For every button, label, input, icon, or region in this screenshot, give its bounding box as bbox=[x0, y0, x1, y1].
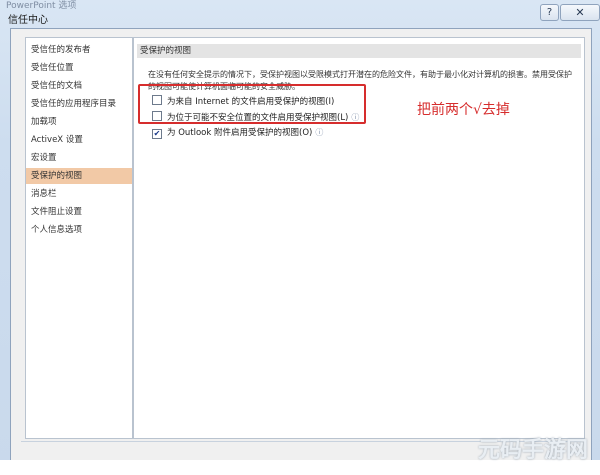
sidebar-item-privacy-options[interactable]: 个人信息选项 bbox=[26, 222, 132, 238]
sidebar-item-trusted-documents[interactable]: 受信任的文档 bbox=[26, 78, 132, 94]
option-outlook-attachments[interactable]: ✔ 为 Outlook 附件启用受保护的视图(O) ⓘ bbox=[152, 127, 323, 139]
annotation-text: 把前两个√去掉 bbox=[417, 102, 510, 118]
sidebar-item-macro-settings[interactable]: 宏设置 bbox=[26, 150, 132, 166]
site-watermark: 元码手游网 bbox=[478, 438, 589, 463]
red-highlight-box bbox=[138, 84, 366, 124]
sidebar-item-file-block[interactable]: 文件阻止设置 bbox=[26, 204, 132, 220]
sidebar-item-protected-view[interactable]: 受保护的视图 bbox=[26, 168, 132, 184]
sidebar-item-trusted-locations[interactable]: 受信任位置 bbox=[26, 60, 132, 76]
sidebar-nav: 受信任的发布者 受信任位置 受信任的文档 受信任的应用程序目录 加载项 Acti… bbox=[25, 37, 133, 439]
help-button[interactable]: ? bbox=[540, 4, 559, 21]
dialog-title: 信任中心 bbox=[8, 15, 48, 26]
close-button[interactable]: ✕ bbox=[560, 4, 600, 21]
sidebar-item-trusted-publishers[interactable]: 受信任的发布者 bbox=[26, 42, 132, 58]
outlook-attachments-checkbox[interactable]: ✔ bbox=[152, 129, 162, 139]
sidebar-item-add-ins[interactable]: 加载项 bbox=[26, 114, 132, 130]
sidebar-item-activex[interactable]: ActiveX 设置 bbox=[26, 132, 132, 148]
title-bar: PowerPoint 选项 信任中心 ? ✕ bbox=[0, 0, 600, 28]
background-window-title: PowerPoint 选项 bbox=[6, 1, 77, 11]
close-icon: ✕ bbox=[575, 6, 585, 19]
option-label: 为 Outlook 附件启用受保护的视图(O) bbox=[167, 128, 313, 138]
info-icon: ⓘ bbox=[315, 128, 324, 137]
section-title: 受保护的视图 bbox=[137, 44, 581, 58]
sidebar-item-trusted-app-catalogs[interactable]: 受信任的应用程序目录 bbox=[26, 96, 132, 112]
sidebar-item-message-bar[interactable]: 消息栏 bbox=[26, 186, 132, 202]
